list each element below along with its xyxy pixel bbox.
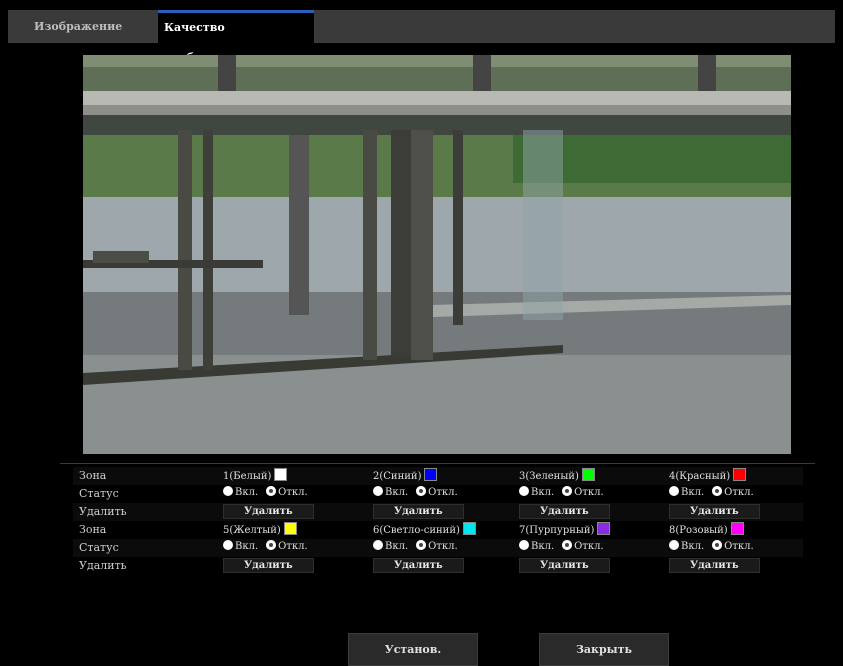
zone-8-swatch (730, 522, 744, 535)
zone-4-status: Вкл. Откл. (669, 486, 762, 502)
zone-8-status: Вкл. Откл. (669, 540, 762, 556)
zone-8-on-radio[interactable]: Вкл. (669, 540, 704, 552)
zone-8: 8(Розовый) (669, 522, 744, 538)
zone-3-swatch (581, 468, 595, 481)
zone-2: 2(Синий) (373, 468, 438, 484)
zone-1-off-radio[interactable]: Откл. (266, 486, 308, 498)
delete-row-2: Удалить Удалить Удалить Удалить Удалить (73, 557, 803, 575)
zone-1-delete-button[interactable]: Удалить (223, 504, 314, 519)
zone-3-off-radio[interactable]: Откл. (562, 486, 604, 498)
zone-3: 3(Зеленый) (519, 468, 595, 484)
zone-1-status: Вкл. Откл. (223, 486, 316, 502)
zone-3-status: Вкл. Откл. (519, 486, 612, 502)
zone-7-name: 7(Пурпурный) (519, 525, 595, 536)
divider (60, 463, 815, 464)
delete-row-1: Удалить Удалить Удалить Удалить Удалить (73, 503, 803, 521)
status-row-2: Статус Вкл. Откл. Вкл. Откл. Вкл. Откл. Вкл… (73, 539, 803, 557)
zone-7-status: Вкл. Откл. (519, 540, 612, 556)
zone-row-2: Зона 5(Желтый) 6(Светло-синий) 7(Пурпурн… (73, 521, 803, 539)
zone-5-name: 5(Желтый) (223, 525, 281, 536)
zone-label: Зона (79, 469, 107, 482)
mask-zone-grid: Зона 1(Белый) 2(Синий) 3(Зеленый) 4(Крас… (73, 467, 803, 575)
close-button[interactable]: Закрыть (539, 633, 669, 666)
status-label: Статус (79, 541, 119, 554)
zone-7-on-radio[interactable]: Вкл. (519, 540, 554, 552)
zone-6-delete-button[interactable]: Удалить (373, 558, 464, 573)
zone-8-delete-button[interactable]: Удалить (669, 558, 760, 573)
delete-label: Удалить (79, 559, 127, 572)
zone-2-status: Вкл. Откл. (373, 486, 466, 502)
zone-8-name: 8(Розовый) (669, 525, 728, 536)
zone-1-name: 1(Белый) (223, 471, 272, 482)
zone-3-delete-button[interactable]: Удалить (519, 504, 610, 519)
status-row-1: Статус Вкл. Откл. Вкл. Откл. Вкл. Откл. Вкл… (73, 485, 803, 503)
zone-7-swatch (597, 522, 611, 535)
zone-1-swatch (274, 468, 288, 481)
zone-2-off-radio[interactable]: Откл. (416, 486, 458, 498)
zone-5-off-radio[interactable]: Откл. (266, 540, 308, 552)
zone-4-on-radio[interactable]: Вкл. (669, 486, 704, 498)
zone-7-delete-button[interactable]: Удалить (519, 558, 610, 573)
zone-8-off-radio[interactable]: Откл. (712, 540, 754, 552)
delete-label: Удалить (79, 505, 127, 518)
zone-4: 4(Красный) (669, 468, 747, 484)
zone-6-off-radio[interactable]: Откл. (416, 540, 458, 552)
zone-row-1: Зона 1(Белый) 2(Синий) 3(Зеленый) 4(Крас… (73, 467, 803, 485)
zone-5-status: Вкл. Откл. (223, 540, 316, 556)
zone-6-on-radio[interactable]: Вкл. (373, 540, 408, 552)
zone-6-name: 6(Светло-синий) (373, 525, 460, 536)
zone-6-status: Вкл. Откл. (373, 540, 466, 556)
zone-3-name: 3(Зеленый) (519, 471, 579, 482)
zone-2-on-radio[interactable]: Вкл. (373, 486, 408, 498)
zone-4-name: 4(Красный) (669, 471, 731, 482)
tab-image-quality[interactable]: Качество изображения (158, 10, 314, 64)
zone-5-swatch (283, 522, 297, 535)
zone-5-delete-button[interactable]: Удалить (223, 558, 314, 573)
set-button[interactable]: Установ. (348, 633, 478, 666)
zone-2-name: 2(Синий) (373, 471, 422, 482)
zone-label: Зона (79, 523, 107, 536)
zone-2-swatch (424, 468, 438, 481)
zone-6-swatch (462, 522, 476, 535)
zone-5: 5(Желтый) (223, 522, 297, 538)
zone-5-on-radio[interactable]: Вкл. (223, 540, 258, 552)
zone-2-delete-button[interactable]: Удалить (373, 504, 464, 519)
zone-4-off-radio[interactable]: Откл. (712, 486, 754, 498)
tab-bar: Изображение Качество изображения (8, 10, 835, 64)
camera-image (83, 55, 791, 454)
zone-7-off-radio[interactable]: Откл. (562, 540, 604, 552)
zone-4-delete-button[interactable]: Удалить (669, 504, 760, 519)
zone-3-on-radio[interactable]: Вкл. (519, 486, 554, 498)
zone-7: 7(Пурпурный) (519, 522, 611, 538)
zone-6: 6(Светло-синий) (373, 522, 476, 538)
zone-4-swatch (733, 468, 747, 481)
zone-1: 1(Белый) (223, 468, 288, 484)
camera-view[interactable] (83, 55, 791, 454)
tab-image[interactable]: Изображение (28, 10, 128, 43)
zone-1-on-radio[interactable]: Вкл. (223, 486, 258, 498)
status-label: Статус (79, 487, 119, 500)
